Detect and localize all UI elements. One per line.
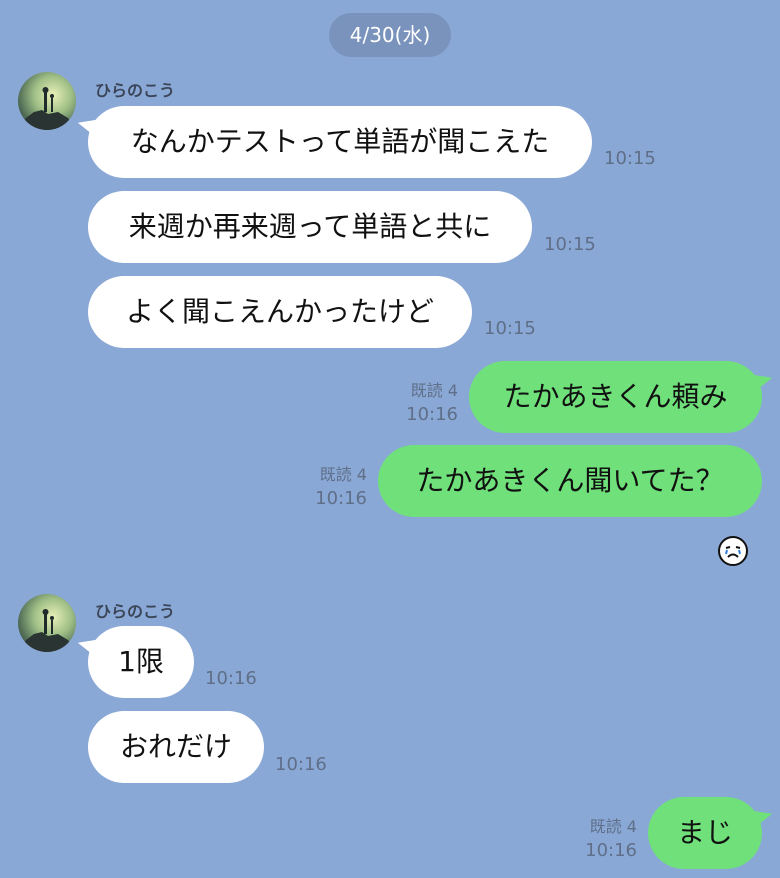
- my-message-bubble[interactable]: たかあきくん聞いてた？: [378, 445, 762, 517]
- message-time: 10:16: [205, 668, 257, 689]
- message-time: 10:15: [604, 148, 656, 169]
- message-time: 10:16: [585, 840, 637, 861]
- message-time: 10:16: [315, 488, 367, 509]
- my-message-bubble[interactable]: まじ: [648, 797, 762, 869]
- message-time: 10:15: [484, 318, 536, 339]
- message-bubble[interactable]: 来週か再来週って単語と共に: [88, 191, 532, 263]
- date-separator: 4/30(水): [329, 13, 451, 57]
- sender-name: ひらのこう: [95, 602, 176, 621]
- message-time: 10:16: [275, 754, 327, 775]
- read-receipt: 既読 4: [319, 465, 367, 484]
- read-receipt: 既読 4: [410, 381, 458, 400]
- read-receipt: 既読 4: [589, 817, 637, 836]
- message-time: 10:16: [406, 404, 458, 425]
- message-bubble[interactable]: なんかテストって単語が聞こえた: [88, 106, 592, 178]
- sender-name: ひらのこう: [95, 81, 176, 100]
- message-bubble[interactable]: おれだけ: [88, 711, 264, 783]
- my-message-bubble[interactable]: たかあきくん頼み: [469, 361, 762, 433]
- message-time: 10:15: [544, 234, 596, 255]
- message-bubble[interactable]: 1限: [88, 626, 194, 698]
- avatar[interactable]: [18, 594, 76, 652]
- crying-face-icon[interactable]: [718, 536, 748, 566]
- avatar[interactable]: [18, 72, 76, 130]
- message-bubble[interactable]: よく聞こえんかったけど: [88, 276, 472, 348]
